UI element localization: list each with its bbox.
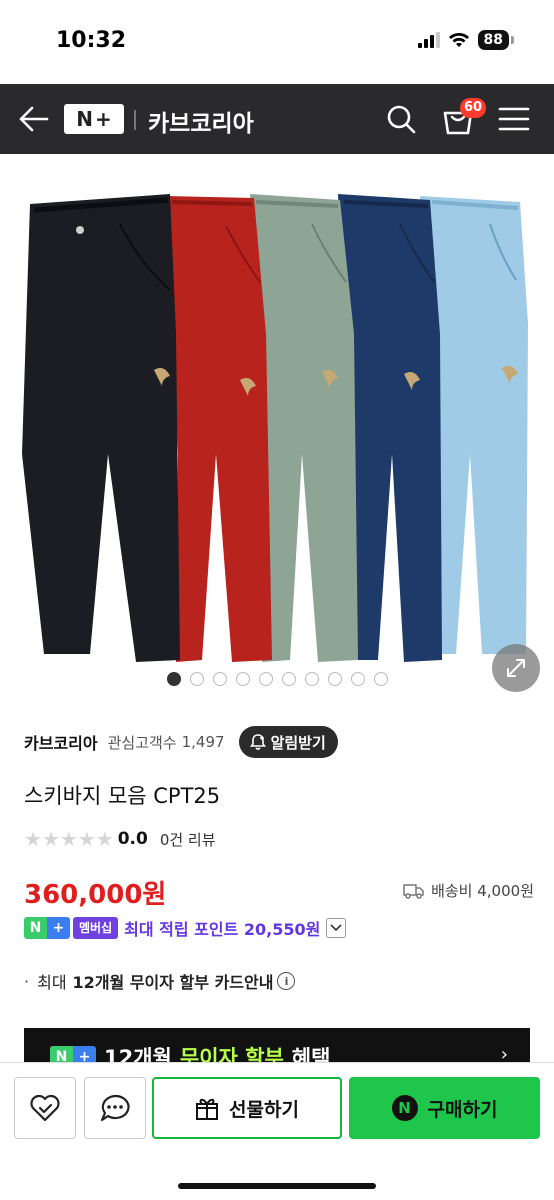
product-title: 스키바지 모음 CPT25 [24, 784, 221, 808]
info-icon[interactable]: i [277, 972, 296, 990]
points-expand-button[interactable] [326, 918, 347, 938]
chat-bubble-icon [100, 1094, 130, 1122]
expand-image-button[interactable] [492, 644, 540, 692]
bottom-action-bar: 선물하기 N 구매하기 [0, 1062, 554, 1200]
product-photo-pants [22, 194, 528, 662]
chevron-right-icon: › [500, 1044, 508, 1062]
rating-stars: ★ ★ ★ ★ ★ [24, 829, 114, 849]
expand-icon [507, 659, 525, 677]
status-time: 10:32 [56, 28, 127, 53]
cart-count-badge: 60 [460, 98, 487, 118]
max-points-text: 최대 적립 포인트 20,550원 [124, 920, 321, 939]
price-row: 360,000원 배송비 4,000원 [24, 874, 534, 910]
interest-count: 1,497 [181, 733, 225, 751]
gift-button[interactable]: 선물하기 [152, 1077, 342, 1139]
truck-icon [403, 883, 424, 899]
buy-button-label: 구매하기 [427, 1098, 498, 1121]
carousel-dot[interactable] [373, 672, 388, 686]
product-image[interactable] [0, 154, 554, 706]
carousel-dot[interactable] [258, 672, 273, 686]
membership-badge: 멤버십 [73, 917, 119, 939]
rating-value: 0.0 [117, 829, 148, 849]
star-icon: ★ [77, 827, 96, 851]
star-icon: ★ [95, 827, 114, 851]
star-icon: ★ [24, 827, 42, 851]
buy-button[interactable]: N 구매하기 [349, 1077, 540, 1139]
installment-prefix: 최대 [37, 973, 67, 992]
back-arrow-icon[interactable] [18, 104, 50, 134]
nplus-logo-plus: + [94, 107, 112, 131]
store-name[interactable]: 카브코리아 [24, 730, 98, 754]
pants-black [22, 194, 180, 662]
carousel-dot[interactable] [304, 672, 319, 686]
status-icons: 88 [417, 30, 514, 50]
star-icon: ★ [59, 827, 78, 851]
review-count[interactable]: 0건 리뷰 [160, 829, 216, 850]
header-divider [134, 110, 136, 130]
interest-label: 관심고객수 [107, 733, 177, 752]
search-icon[interactable] [385, 103, 417, 135]
nplus-badge-plus: + [52, 920, 65, 936]
talk-button[interactable] [84, 1077, 146, 1139]
shipping-fee: 배송비 4,000원 [431, 882, 534, 900]
nplus-badge-n: N [29, 920, 42, 936]
home-indicator [178, 1183, 376, 1189]
promo-nplus-badge: N + [50, 1046, 96, 1062]
carousel-dots [0, 672, 554, 686]
npay-icon: N [391, 1095, 418, 1121]
bell-plus-icon [249, 734, 266, 750]
header-store-title[interactable]: 카브코리아 [148, 104, 254, 138]
promo-content: N + 12개월 무이자 할부 혜택 [50, 1042, 330, 1062]
carousel-dot[interactable] [350, 672, 365, 686]
installment-row[interactable]: · 최대 12개월 무이자 할부 카드안내 i [24, 968, 296, 994]
gift-button-label: 선물하기 [229, 1098, 299, 1121]
gift-icon [196, 1098, 219, 1120]
carousel-dot[interactable] [281, 672, 296, 686]
carousel-dot[interactable] [166, 672, 181, 686]
app-header: N + 카브코리아 [0, 84, 554, 154]
menu-icon[interactable] [498, 106, 530, 132]
carousel-dot[interactable] [212, 672, 227, 686]
promo-nplus-plus: + [78, 1049, 91, 1062]
promo-text-before: 12개월 [104, 1046, 172, 1062]
shipping-info[interactable]: 배송비 4,000원 [403, 880, 534, 901]
promo-highlight: 무이자 할부 [179, 1046, 284, 1062]
carousel-dot[interactable] [189, 672, 204, 686]
alert-subscribe-label: 알림받기 [270, 733, 326, 752]
nplus-logo[interactable]: N + [64, 104, 124, 134]
battery-tip [511, 36, 514, 44]
price: 360,000원 [24, 880, 167, 910]
pants-red [166, 196, 272, 662]
carousel-dot[interactable] [235, 672, 250, 686]
rating-row[interactable]: ★ ★ ★ ★ ★ 0.0 0건 리뷰 [24, 826, 216, 852]
alert-subscribe-button[interactable]: 알림받기 [238, 726, 338, 758]
wifi-icon [448, 33, 469, 47]
chevron-down-icon [330, 924, 342, 932]
battery-indicator: 88 [477, 30, 509, 50]
signal-icon [417, 32, 440, 48]
status-bar: 10:32 88 [0, 0, 554, 84]
wishlist-button[interactable] [14, 1077, 76, 1139]
nplus-logo-n: N [76, 107, 93, 131]
installment-text: 12개월 무이자 할부 카드안내 [72, 973, 274, 992]
carousel-dot[interactable] [327, 672, 342, 686]
nplus-badge: N + [24, 917, 70, 939]
bullet: · [24, 971, 30, 991]
store-row: 카브코리아 관심고객수 1,497 알림받기 [24, 724, 534, 760]
heart-check-icon [30, 1094, 60, 1122]
star-icon: ★ [41, 827, 60, 851]
promo-text-after: 혜택 [291, 1046, 331, 1062]
membership-points-row[interactable]: N + 멤버십 최대 적립 포인트 20,550원 [24, 914, 347, 942]
promo-nplus-n: N [55, 1049, 68, 1062]
promo-banner[interactable]: N + 12개월 무이자 할부 혜택 › [24, 1028, 530, 1062]
